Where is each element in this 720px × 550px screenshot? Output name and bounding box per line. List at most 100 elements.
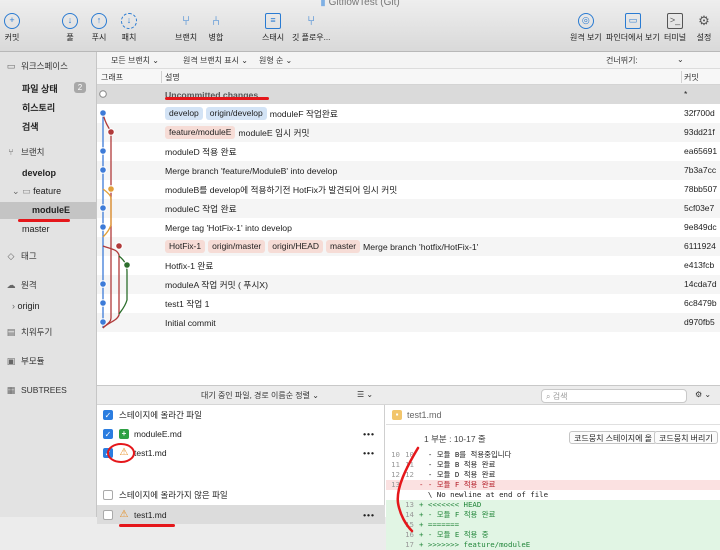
branch-tag[interactable]: origin/develop — [205, 107, 267, 120]
branch-tag[interactable]: origin/master — [208, 240, 266, 253]
commit-row[interactable]: Initial commit d970fb5 — [97, 313, 720, 332]
commit-row[interactable]: moduleA 작업 커밋 ( 푸시X) 14cda7d — [97, 275, 720, 294]
graph-node — [99, 109, 107, 117]
commit-button[interactable]: + 커밋 — [4, 13, 20, 43]
list-view-toggle[interactable]: ☰ ⌄ — [357, 390, 373, 399]
sidebar-submodules-header[interactable]: ▣ 부모듈 — [5, 355, 45, 367]
staging-options-button[interactable]: ⚙ ⌄ — [695, 390, 711, 399]
skip-select[interactable]: ⌄ — [677, 55, 684, 64]
branch-tag[interactable]: master — [326, 240, 361, 253]
graph-node — [99, 280, 107, 288]
branch-tag[interactable]: develop — [165, 107, 203, 120]
sidebar-remote-origin[interactable]: › origin — [12, 301, 40, 311]
commit-row[interactable]: develop origin/develop moduleF 작업완료 32f700d — [97, 104, 720, 123]
sidebar-item-file-status[interactable]: 파일 상태 — [22, 82, 58, 95]
search-input[interactable]: ⌕ 검색 — [541, 389, 687, 403]
sidebar-tags-header[interactable]: ◇ 태그 — [5, 250, 37, 262]
checkbox-checked[interactable]: ✓ — [103, 428, 113, 439]
file-row-selected[interactable]: ⚠ test1.md ••• — [97, 505, 385, 524]
stage-hunk-button[interactable]: 코드뭉치 스테이지에 올 — [569, 431, 658, 444]
file-icon: ▪ — [392, 409, 402, 420]
commit-row[interactable]: Uncommitted changes * — [97, 85, 720, 104]
col-description[interactable]: 설명 — [165, 72, 180, 83]
diff-line: 14 + - 모듈 F 적용 완료 — [386, 510, 720, 520]
diff-panel: ▪ test1.md 1 부분 : 10-17 줄 코드뭉치 스테이지에 올 코드… — [386, 405, 720, 550]
staging-filter-select[interactable]: 대기 중인 파일, 경로 이름순 정렬 ⌄ — [201, 390, 319, 401]
merge-button[interactable]: ⑃ 병합 — [208, 13, 224, 43]
more-icon[interactable]: ••• — [363, 448, 375, 458]
sidebar: ▭ 워크스페이스 파일 상태 2 히스토리 검색 ⑂ 브랜치 develop ⌄ ▭… — [0, 52, 97, 517]
finder-button[interactable]: ▭ 파인더에서 보기 — [606, 13, 660, 43]
more-icon[interactable]: ••• — [363, 510, 375, 520]
sidebar-branch-master[interactable]: master — [22, 224, 50, 234]
diff-line: 16 + - 모듈 E 적용 중 — [386, 530, 720, 540]
diff-file-header: ▪ test1.md — [386, 405, 720, 425]
commit-row[interactable]: Hotfix-1 완료 e413fcb — [97, 256, 720, 275]
branch-icon: ⑂ — [182, 13, 190, 28]
fetch-button[interactable]: ↓ 패치 — [121, 13, 137, 43]
graph-line-feature — [102, 112, 112, 329]
commit-row[interactable]: moduleD 적용 완료 ea65691 — [97, 142, 720, 161]
sidebar-folder-feature[interactable]: ⌄ ▭ feature — [12, 186, 61, 197]
submodule-icon: ▣ — [6, 356, 16, 366]
sidebar-item-history[interactable]: 히스토리 — [22, 101, 55, 114]
graph-node — [123, 261, 131, 269]
branch-tag[interactable]: HotFix-1 — [165, 240, 206, 253]
commit-hash: 6111924 — [684, 241, 716, 251]
commit-row[interactable]: test1 작업 1 6c8479b — [97, 294, 720, 313]
commit-row[interactable]: HotFix-1 origin/master origin/HEAD master Me… — [97, 237, 720, 256]
sidebar-branches-header[interactable]: ⑂ 브랜치 — [5, 146, 44, 158]
diff-line: \ No newline at end of file — [386, 490, 720, 500]
sidebar-branch-develop[interactable]: develop — [22, 168, 56, 178]
commit-row[interactable]: moduleB를 develop에 적용하기전 HotFix가 발견되어 임시 … — [97, 180, 720, 199]
graph-node — [99, 223, 107, 231]
more-icon[interactable]: ••• — [363, 429, 375, 439]
terminal-button[interactable]: >_ 터미널 — [664, 13, 686, 43]
sidebar-item-search[interactable]: 검색 — [22, 120, 39, 133]
checkbox-checked[interactable]: ✓ — [103, 409, 113, 420]
commit-row[interactable]: feature/moduleE moduleE 임시 커밋 93dd21f — [97, 123, 720, 142]
checkbox-unchecked[interactable] — [103, 489, 113, 500]
commit-description: Uncommitted changes — [165, 85, 258, 104]
plus-icon: + — [4, 13, 20, 29]
branch-button[interactable]: ⑂ 브랜치 — [175, 13, 197, 43]
commit-message: Hotfix-1 완료 — [165, 261, 214, 271]
file-row[interactable]: ✓ ⚠ test1.md ••• — [97, 443, 385, 462]
gitflow-button[interactable]: ⑂ 깃 플로우... — [292, 13, 330, 43]
sidebar-subtrees-header[interactable]: ▦ SUBTREES — [5, 385, 67, 396]
commit-description: Merge tag 'HotFix-1' into develop — [165, 218, 292, 237]
order-select[interactable]: 원형 순 ⌄ — [259, 55, 292, 66]
discard-hunk-button[interactable]: 코드뭉치 버리기 — [654, 431, 718, 444]
col-graph[interactable]: 그래프 — [101, 72, 123, 83]
commit-description: Initial commit — [165, 313, 216, 332]
col-commit[interactable]: 커밋 — [684, 72, 699, 83]
sidebar-stashes-header[interactable]: ▤ 치워두기 — [5, 326, 53, 338]
file-row[interactable]: ✓ + moduleE.md ••• — [97, 424, 385, 443]
sidebar-branch-moduleE[interactable]: moduleE — [32, 205, 70, 215]
annotation-stroke — [396, 446, 420, 533]
push-button[interactable]: ↑ 푸시 — [91, 13, 107, 43]
branch-tag[interactable]: feature/moduleE — [165, 126, 236, 139]
remote-branch-toggle[interactable]: 원격 브랜치 표시 ⌄ — [183, 55, 248, 66]
unstaged-header[interactable]: 스테이지에 올라가지 않은 파일 — [97, 485, 385, 504]
annotation-circle — [107, 443, 135, 463]
branch-tag[interactable]: origin/HEAD — [268, 240, 324, 253]
added-icon: + — [119, 428, 129, 439]
graph-node — [107, 128, 115, 136]
remote-view-button[interactable]: ◎ 원격 보기 — [570, 13, 602, 43]
commit-description: test1 작업 1 — [165, 294, 209, 313]
branch-filter-select[interactable]: 모든 브랜치 ⌄ — [111, 55, 159, 66]
staged-header[interactable]: ✓ 스테이지에 올라간 파일 — [97, 405, 385, 424]
commit-row[interactable]: Merge tag 'HotFix-1' into develop 9e849dc — [97, 218, 720, 237]
commit-hash: d970fb5 — [684, 317, 715, 327]
diff-line: 17 + >>>>>>> feature/moduleE — [386, 540, 720, 550]
sidebar-remotes-header[interactable]: ☁ 원격 — [5, 279, 37, 291]
diff-text: + - 모듈 F 적용 완료 — [419, 510, 496, 519]
settings-button[interactable]: ⚙ 설정 — [696, 13, 712, 43]
pull-button[interactable]: ↓ 풀 — [62, 13, 78, 43]
commit-row[interactable]: Merge branch 'feature/ModuleB' into deve… — [97, 161, 720, 180]
file-status-badge: 2 — [74, 82, 86, 93]
checkbox-unchecked[interactable] — [103, 509, 113, 520]
stash-button[interactable]: ≡ 스태시 — [262, 13, 284, 43]
commit-row[interactable]: moduleC 작업 완료 5cf03e7 — [97, 199, 720, 218]
